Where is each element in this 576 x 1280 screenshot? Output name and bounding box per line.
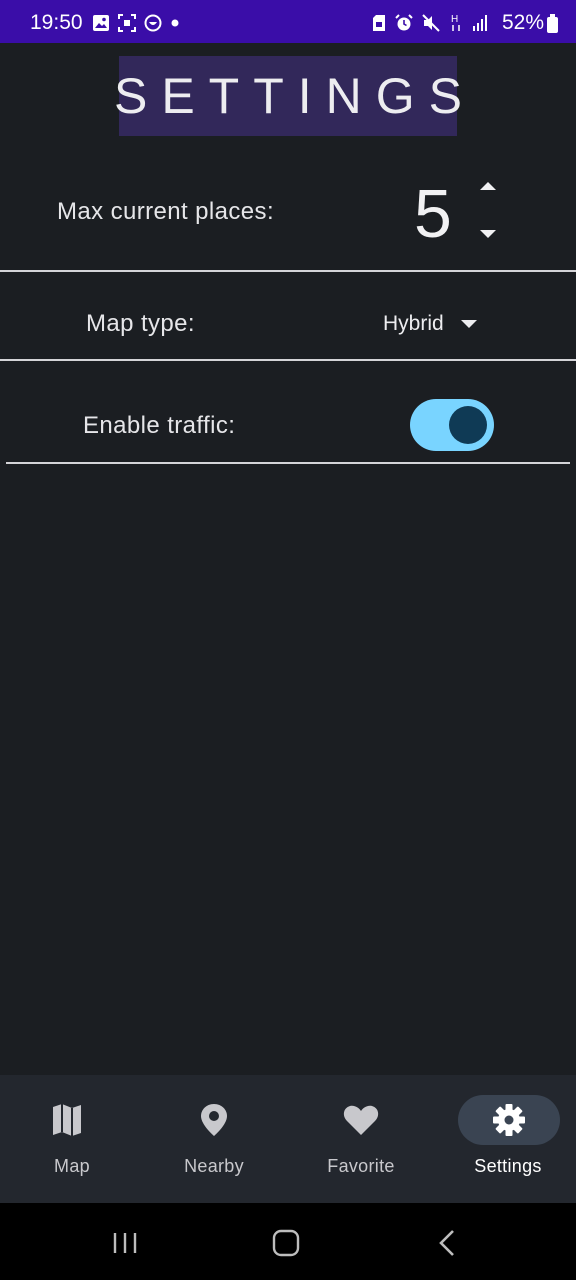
increment-arrow-icon[interactable] bbox=[477, 178, 499, 194]
bottom-navigation: Map Nearby Favorite Settings bbox=[0, 1075, 576, 1203]
battery-icon bbox=[547, 14, 558, 33]
map-type-label: Map type: bbox=[86, 310, 195, 337]
max-places-label: Max current places: bbox=[57, 198, 275, 225]
smile-icon bbox=[144, 14, 162, 32]
nav-label-nearby: Nearby bbox=[184, 1156, 244, 1176]
gallery-icon bbox=[93, 15, 109, 31]
divider bbox=[0, 359, 576, 361]
mute-icon bbox=[422, 14, 440, 32]
battery-percent: 52% bbox=[501, 11, 544, 34]
nav-item-nearby[interactable]: Nearby bbox=[142, 1075, 286, 1203]
traffic-label: Enable traffic: bbox=[83, 412, 236, 439]
home-icon[interactable] bbox=[268, 1223, 304, 1263]
status-time: 19:50 bbox=[30, 11, 83, 34]
status-bar: 19:50 H 52% bbox=[0, 0, 576, 43]
sim-icon bbox=[373, 15, 385, 31]
nav-item-settings[interactable]: Settings bbox=[444, 1075, 576, 1203]
nav-item-map[interactable]: Map bbox=[0, 1075, 144, 1203]
page-title: SETTINGS bbox=[113, 68, 477, 124]
dot-icon bbox=[171, 19, 179, 27]
nav-item-favorite[interactable]: Favorite bbox=[289, 1075, 433, 1203]
nav-label-favorite: Favorite bbox=[327, 1156, 395, 1176]
dropdown-arrow-icon bbox=[460, 320, 477, 328]
svg-text:H: H bbox=[451, 14, 458, 25]
max-places-value[interactable]: 5 bbox=[414, 174, 452, 254]
network-h-icon: H bbox=[451, 14, 460, 31]
divider bbox=[0, 270, 576, 272]
screenshot-icon bbox=[118, 14, 136, 32]
signal-icon bbox=[473, 15, 487, 31]
back-icon[interactable] bbox=[432, 1223, 462, 1263]
decrement-arrow-icon[interactable] bbox=[477, 226, 499, 242]
nav-label-map: Map bbox=[54, 1156, 90, 1176]
system-navigation-bar bbox=[0, 1203, 576, 1280]
traffic-toggle[interactable] bbox=[410, 399, 494, 451]
recents-icon[interactable] bbox=[108, 1223, 142, 1263]
title-banner: SETTINGS bbox=[114, 56, 462, 136]
location-pin-icon bbox=[201, 1104, 227, 1136]
heart-icon bbox=[343, 1105, 379, 1135]
divider bbox=[6, 462, 570, 464]
gear-icon bbox=[493, 1104, 525, 1136]
toggle-knob bbox=[449, 406, 487, 444]
alarm-icon bbox=[395, 14, 413, 31]
map-type-value: Hybrid bbox=[383, 312, 444, 335]
map-icon bbox=[53, 1104, 81, 1136]
nav-label-settings: Settings bbox=[474, 1156, 542, 1176]
map-type-dropdown[interactable]: Hybrid bbox=[383, 306, 478, 342]
